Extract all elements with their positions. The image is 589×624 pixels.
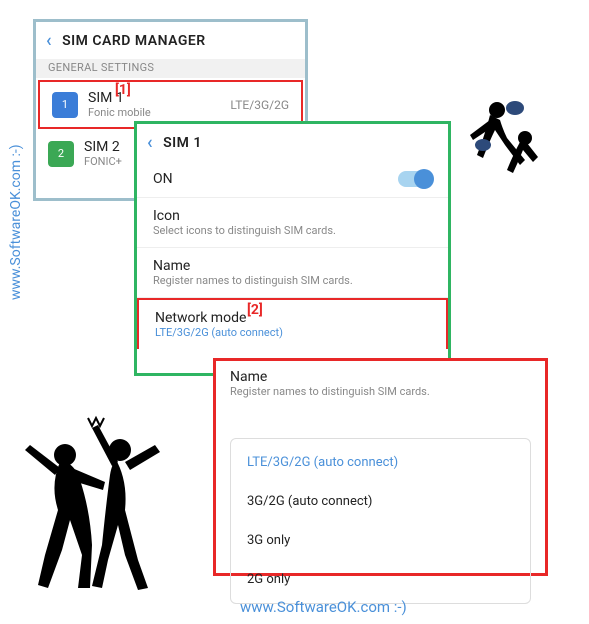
icon-row[interactable]: Icon Select icons to distinguish SIM car… [137,198,448,248]
on-toggle[interactable] [398,171,432,187]
sim1-icon: 1 [52,92,78,118]
sim1-sub: Fonic mobile [88,106,230,119]
annotation-1: [1] [115,82,131,98]
sim1-network: LTE/3G/2G [230,98,289,112]
panel2-title: SIM 1 [163,135,202,151]
annotation-2: [2] [247,302,263,318]
clipart-dancers [10,410,190,590]
on-label: ON [153,171,173,187]
name-title: Name [153,258,432,274]
option-2g-only[interactable]: 2G only [231,560,530,599]
network-sub: LTE/3G/2G (auto connect) [155,326,430,339]
panel3-name-header: Name Register names to distinguish SIM c… [216,361,545,398]
sim1-title: SIM 1 [88,90,230,106]
panel-network-options: Name Register names to distinguish SIM c… [213,358,548,576]
back-icon[interactable]: ‹ [147,132,153,153]
name-row[interactable]: Name Register names to distinguish SIM c… [137,248,448,298]
watermark-bottom: www.SoftwareOK.com :-) [240,598,407,616]
name-sub: Register names to distinguish SIM cards. [153,274,432,287]
on-row[interactable]: ON [137,161,448,198]
network-mode-dialog: LTE/3G/2G (auto connect) 3G/2G (auto con… [230,438,531,604]
clipart-climbers [435,90,545,200]
icon-sub: Select icons to distinguish SIM cards. [153,224,432,237]
watermark-vertical: www.SoftwareOK.com :-) [8,144,24,300]
option-3g-2g[interactable]: 3G/2G (auto connect) [231,482,530,521]
sim2-icon: 2 [48,141,74,167]
panel3-name-title: Name [230,369,531,385]
panel2-header: ‹ SIM 1 [137,124,448,161]
back-icon[interactable]: ‹ [46,30,52,51]
panel1-header: ‹ SIM CARD MANAGER [36,22,305,59]
general-settings-label: GENERAL SETTINGS [36,59,305,78]
panel1-title: SIM CARD MANAGER [62,33,206,49]
network-title: Network mode [155,310,430,326]
panel3-name-sub: Register names to distinguish SIM cards. [230,385,531,398]
sim1-info: SIM 1 Fonic mobile [88,90,230,119]
panel-sim1-detail: ‹ SIM 1 ON Icon Select icons to distingu… [134,121,451,376]
icon-title: Icon [153,208,432,224]
network-mode-row[interactable]: Network mode LTE/3G/2G (auto connect) [2… [137,298,448,349]
option-lte-3g-2g[interactable]: LTE/3G/2G (auto connect) [231,443,530,482]
option-3g-only[interactable]: 3G only [231,521,530,560]
